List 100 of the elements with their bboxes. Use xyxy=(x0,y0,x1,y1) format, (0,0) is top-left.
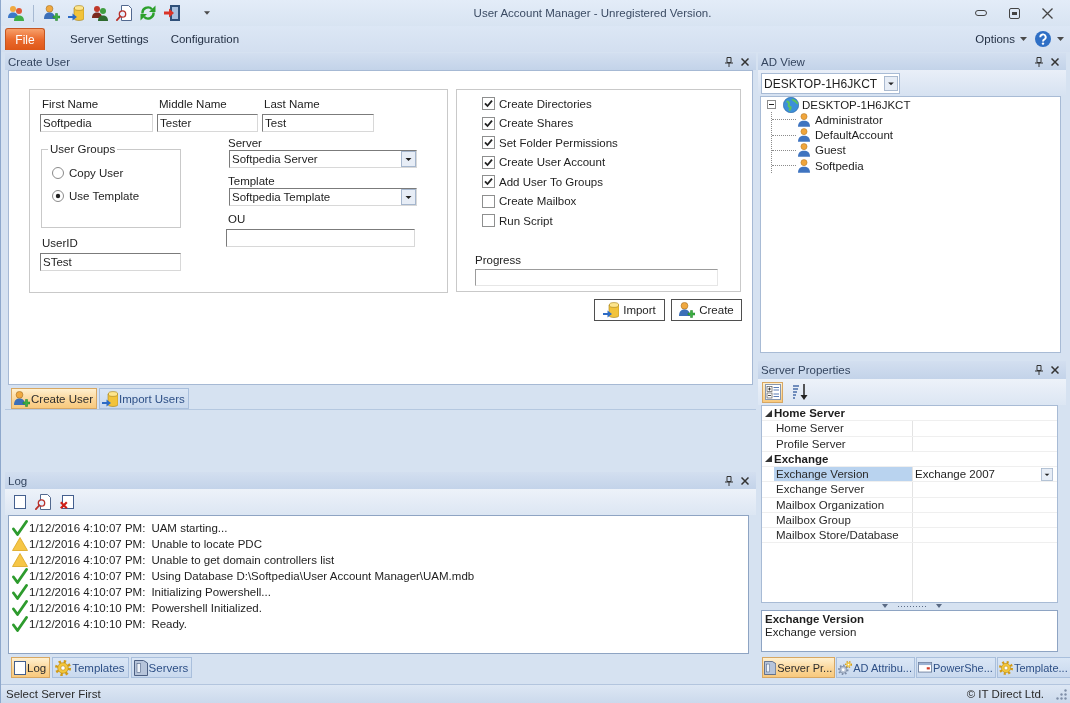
log-timestamp: 1/12/2016 4:10:07 PM: xyxy=(29,538,146,550)
tree-item[interactable]: Softpedia xyxy=(815,159,864,172)
expander-icon[interactable] xyxy=(764,409,772,417)
user-add-icon[interactable] xyxy=(44,5,60,21)
domain-dropdown[interactable]: DESKTOP-1H6JKCT xyxy=(761,73,900,94)
help-button[interactable] xyxy=(1035,31,1066,47)
property-name[interactable]: Exchange Server xyxy=(774,482,912,497)
tab[interactable]: PowerShe... xyxy=(916,657,996,678)
checkbox[interactable] xyxy=(482,116,495,130)
expander-icon[interactable] xyxy=(764,455,772,463)
tab[interactable]: Create User xyxy=(11,388,97,409)
radio-button[interactable] xyxy=(52,166,64,179)
checkbox-label: Add User To Groups xyxy=(499,175,603,188)
resize-grip-icon[interactable] xyxy=(1056,688,1067,700)
text-field[interactable]: Softpedia xyxy=(40,114,153,132)
caret-icon[interactable] xyxy=(1041,467,1053,481)
users-icon[interactable] xyxy=(92,5,108,21)
tab[interactable]: Import Users xyxy=(99,388,189,409)
tab[interactable]: AD Attribu... xyxy=(836,657,915,678)
checkbox[interactable] xyxy=(482,155,495,169)
checkbox[interactable] xyxy=(482,214,495,228)
splitter-grip-icon[interactable] xyxy=(882,604,942,609)
category-label: Home Server xyxy=(774,406,845,421)
log-message: Initializing Powershell... xyxy=(151,586,271,598)
create-button[interactable]: Create xyxy=(671,299,742,321)
checkbox[interactable] xyxy=(482,194,495,208)
caret-icon[interactable] xyxy=(204,11,210,15)
caret-icon[interactable] xyxy=(401,151,416,167)
text-field[interactable]: Test xyxy=(262,114,374,132)
tree-item[interactable]: Guest xyxy=(815,144,846,157)
checkbox-label: Create User Account xyxy=(499,156,606,169)
log-message: Ready. xyxy=(151,618,187,630)
page-icon[interactable] xyxy=(14,495,26,509)
tab[interactable]: Templates xyxy=(52,657,129,678)
dropdown[interactable]: Softpedia Server xyxy=(229,150,417,168)
caret-icon[interactable] xyxy=(884,76,898,91)
restore-icon[interactable] xyxy=(1009,7,1020,19)
close-icon[interactable] xyxy=(1042,7,1053,19)
close-icon[interactable] xyxy=(1051,366,1059,374)
copyright-text: © IT Direct Ltd. xyxy=(966,688,1044,700)
menu-item[interactable]: Configuration xyxy=(165,28,245,50)
tree-item[interactable]: Administrator xyxy=(815,113,883,126)
tree-item[interactable]: DefaultAccount xyxy=(815,129,893,142)
server-icon xyxy=(764,660,777,675)
users-icon[interactable] xyxy=(8,5,24,21)
pin-icon[interactable] xyxy=(725,56,733,67)
checkbox-label: Run Script xyxy=(499,214,553,227)
menu-item[interactable]: Server Settings xyxy=(65,28,154,50)
property-name[interactable]: Profile Server xyxy=(774,436,912,451)
text-field[interactable]: Tester xyxy=(157,114,258,132)
import-button[interactable]: Import xyxy=(594,299,665,321)
globe-icon xyxy=(783,96,799,113)
tab[interactable]: Log xyxy=(11,657,51,678)
checkbox-label: Create Shares xyxy=(499,117,574,130)
user-icon xyxy=(798,143,810,158)
caret-icon xyxy=(1020,37,1027,41)
pin-icon[interactable] xyxy=(1035,56,1043,67)
page-delete-icon[interactable] xyxy=(60,495,74,509)
minimize-icon[interactable] xyxy=(975,10,987,16)
user-icon xyxy=(798,128,810,143)
database-arrow-icon xyxy=(102,390,118,407)
log-timestamp: 1/12/2016 4:10:07 PM: xyxy=(29,586,146,598)
close-icon[interactable] xyxy=(741,476,749,485)
tab[interactable]: Template... xyxy=(996,657,1070,678)
warning-icon xyxy=(12,537,28,551)
log-message: Unable to get domain controllers list xyxy=(151,554,335,566)
description-text: Exchange version xyxy=(765,626,858,639)
door-arrow-icon[interactable] xyxy=(164,5,180,21)
property-name[interactable]: Home Server xyxy=(774,421,912,436)
gears-icon xyxy=(838,660,853,675)
document-search-icon[interactable] xyxy=(35,494,51,510)
pin-icon[interactable] xyxy=(1035,365,1043,375)
checkbox[interactable] xyxy=(482,175,495,189)
database-arrow-icon[interactable] xyxy=(68,5,84,21)
pin-icon[interactable] xyxy=(725,475,733,486)
text-field[interactable]: STest xyxy=(40,253,181,271)
property-name[interactable]: Mailbox Group xyxy=(774,512,912,527)
refresh-icon[interactable] xyxy=(140,5,156,21)
property-name[interactable]: Mailbox Organization xyxy=(774,497,912,512)
tree-item[interactable]: DESKTOP-1H6JKCT xyxy=(802,98,911,111)
dropdown[interactable]: Softpedia Template xyxy=(229,188,417,206)
field-label: OU xyxy=(227,212,246,226)
radio-label: Copy User xyxy=(69,166,124,179)
group-title: User Groups xyxy=(49,142,117,156)
document-search-icon[interactable] xyxy=(116,5,132,21)
close-icon[interactable] xyxy=(1051,57,1059,66)
log-message: Powershell Initialized. xyxy=(151,602,262,614)
checkbox[interactable] xyxy=(482,97,495,111)
property-name[interactable]: Exchange Version xyxy=(774,467,912,482)
collapse-icon[interactable] xyxy=(767,100,776,110)
text-field[interactable] xyxy=(226,229,415,247)
tab[interactable]: Server Pr... xyxy=(762,657,836,678)
caret-icon[interactable] xyxy=(401,189,416,205)
checkbox[interactable] xyxy=(482,136,495,150)
panel-title: AD View xyxy=(761,55,805,68)
close-icon[interactable] xyxy=(741,57,749,66)
radio-button[interactable] xyxy=(52,189,64,202)
options-button[interactable]: Options xyxy=(975,33,1027,45)
tab[interactable]: Servers xyxy=(130,657,193,678)
property-name[interactable]: Mailbox Store/Database xyxy=(774,528,912,543)
